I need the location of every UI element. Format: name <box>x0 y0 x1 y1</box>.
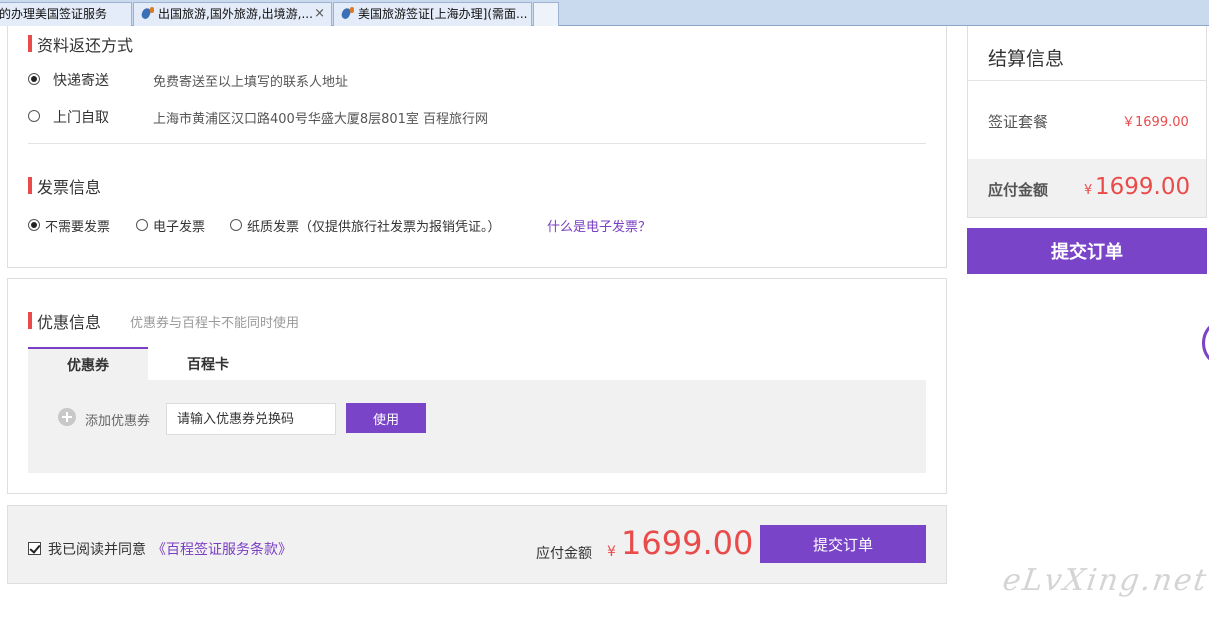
browser-tab[interactable]: 出国旅游,国外旅游,出境游,... × <box>133 2 332 26</box>
summary-title: 结算信息 <box>988 48 1065 70</box>
invoice-electronic-label[interactable]: 电子发票 <box>153 216 205 235</box>
summary-payable-label: 应付金额 <box>988 181 1049 199</box>
add-coupon-label[interactable]: 添加优惠券 <box>85 410 150 429</box>
radio-e-invoice[interactable] <box>136 219 148 231</box>
footer-submit-order-button[interactable]: 提交订单 <box>760 525 926 563</box>
radio-paper-invoice[interactable] <box>230 219 242 231</box>
coupon-code-input[interactable] <box>166 403 336 435</box>
agree-terms-checkbox[interactable] <box>28 542 41 555</box>
browser-tab-active[interactable]: 美国旅游签证[上海办理](需面... <box>333 2 532 26</box>
new-tab-button[interactable] <box>533 2 559 26</box>
watermark-logo: eLvXing.net <box>1000 563 1209 598</box>
invoice-paper-label[interactable]: 纸质发票（仅提供旅行社发票为报销凭证。） <box>247 216 501 235</box>
section-divider <box>28 143 926 144</box>
e-invoice-help-link[interactable]: 什么是电子发票？ <box>547 216 651 235</box>
floating-service-icon[interactable] <box>1202 318 1209 368</box>
invoice-title: 发票信息 <box>28 174 101 198</box>
option-express-desc: 免费寄送至以上填写的联系人地址 <box>153 75 349 90</box>
use-coupon-button[interactable]: 使用 <box>346 403 426 433</box>
option-express-label[interactable]: 快递寄送 <box>53 70 109 90</box>
footer-total-amount: 1699.00 <box>621 524 754 562</box>
tab-title: 出国旅游,国外旅游,出境游,... <box>158 7 313 21</box>
return-method-title: 资料返还方式 <box>28 32 133 56</box>
radio-express[interactable] <box>28 73 40 85</box>
tab-baicheng-card[interactable]: 百程卡 <box>148 347 268 380</box>
option-pickup-desc: 上海市黄浦区汉口路400号华盛大厦8层801室 百程旅行网 <box>153 112 489 127</box>
summary-submit-order-button[interactable]: 提交订单 <box>967 228 1207 274</box>
radio-no-invoice[interactable] <box>28 219 40 231</box>
site-favicon-icon <box>340 7 354 21</box>
terms-link[interactable]: 《百程签证服务条款》 <box>152 539 292 559</box>
tab-coupon[interactable]: 优惠券 <box>28 347 148 380</box>
summary-total-amount: 1699.00 <box>1095 174 1191 200</box>
radio-pickup[interactable] <box>28 110 40 122</box>
coupon-form-area <box>28 380 926 473</box>
browser-tab-strip: 的办理美国签证服务 出国旅游,国外旅游,出境游,... × 美国旅游签证[上海办… <box>0 0 1209 26</box>
footer-currency-symbol: ¥ <box>607 544 616 560</box>
footer-payable-label: 应付金额 <box>536 546 592 562</box>
close-tab-icon[interactable]: × <box>314 3 325 25</box>
tab-title: 美国旅游签证[上海办理](需面... <box>358 7 528 21</box>
plus-circle-icon[interactable] <box>58 408 76 426</box>
discount-title: 优惠信息 <box>28 309 101 333</box>
summary-divider <box>968 80 1206 81</box>
discount-note: 优惠券与百程卡不能同时使用 <box>130 316 300 331</box>
summary-currency-symbol: ¥ <box>1084 183 1093 198</box>
package-label: 签证套餐 <box>988 113 1049 131</box>
tab-title: 的办理美国签证服务 <box>0 7 108 21</box>
agree-text: 我已阅读并同意 <box>48 542 146 558</box>
package-price: ￥1699.00 <box>1122 115 1189 130</box>
option-pickup-label[interactable]: 上门自取 <box>53 107 109 127</box>
browser-tab[interactable]: 的办理美国签证服务 <box>0 2 132 26</box>
invoice-none-label[interactable]: 不需要发票 <box>45 216 110 235</box>
site-favicon-icon <box>140 7 154 21</box>
